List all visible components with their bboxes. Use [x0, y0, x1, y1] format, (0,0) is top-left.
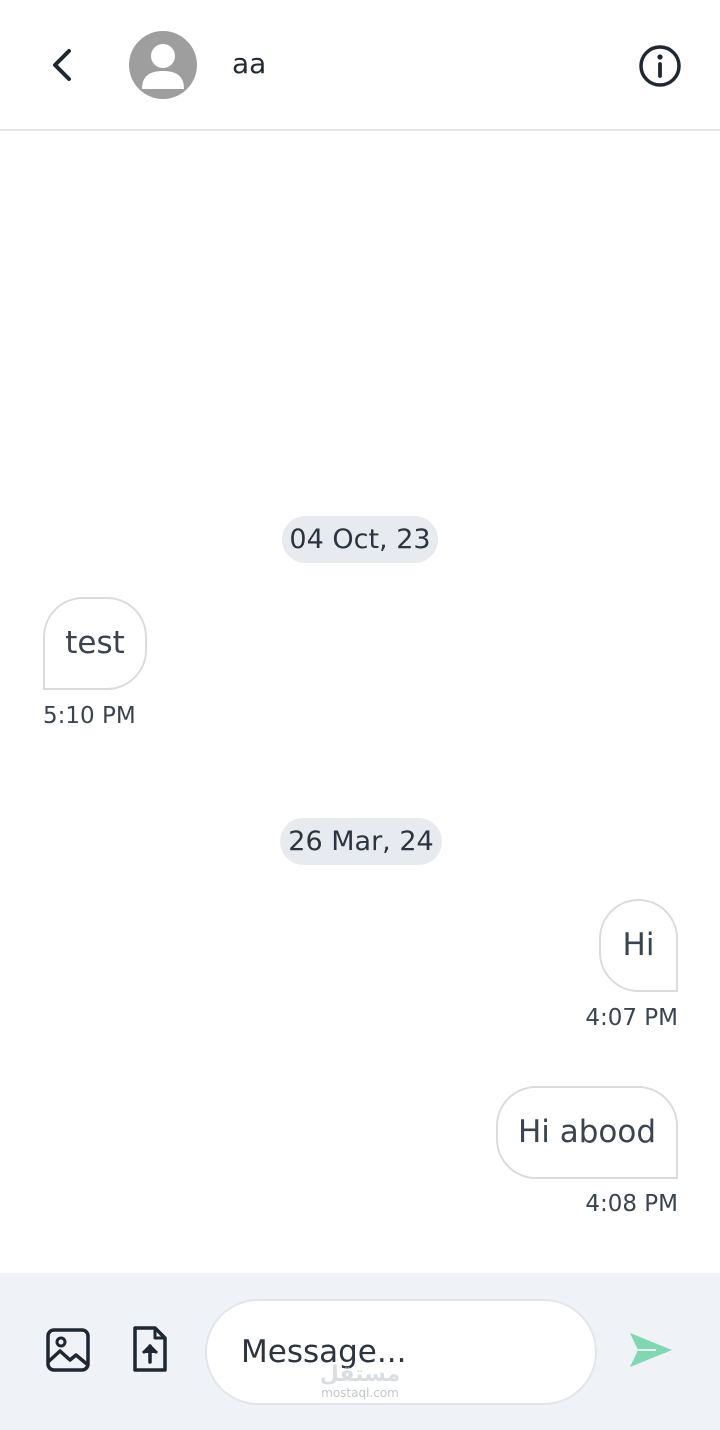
info-circle-icon [639, 45, 681, 87]
message-time: 5:10 PM [43, 703, 136, 729]
message-composer [0, 1273, 720, 1430]
send-arrow-icon [630, 1333, 672, 1367]
gallery-button[interactable] [44, 1326, 92, 1374]
user-silhouette-icon [142, 44, 184, 89]
date-separator: 26 Mar, 24 [280, 818, 442, 865]
message-bubble-outgoing[interactable]: Hi [599, 899, 678, 992]
back-button[interactable] [38, 40, 84, 90]
attach-file-button[interactable] [131, 1324, 169, 1374]
chevron-left-icon [53, 49, 71, 81]
message-bubble-incoming[interactable]: test [43, 597, 147, 690]
image-icon [46, 1328, 90, 1372]
message-time: 4:08 PM [585, 1191, 678, 1217]
date-separator: 04 Oct, 23 [282, 516, 438, 563]
contact-name[interactable]: aa [232, 45, 266, 83]
avatar[interactable] [129, 31, 197, 99]
info-button[interactable] [636, 42, 684, 90]
message-time: 4:07 PM [585, 1005, 678, 1031]
message-input[interactable] [205, 1299, 597, 1405]
message-bubble-outgoing[interactable]: Hi abood [496, 1086, 678, 1179]
message-list[interactable]: 04 Oct, 23 test 5:10 PM 26 Mar, 24 Hi 4:… [0, 133, 720, 1273]
chat-header: aa [0, 0, 720, 131]
send-button[interactable] [626, 1325, 676, 1375]
file-upload-icon [133, 1326, 167, 1372]
